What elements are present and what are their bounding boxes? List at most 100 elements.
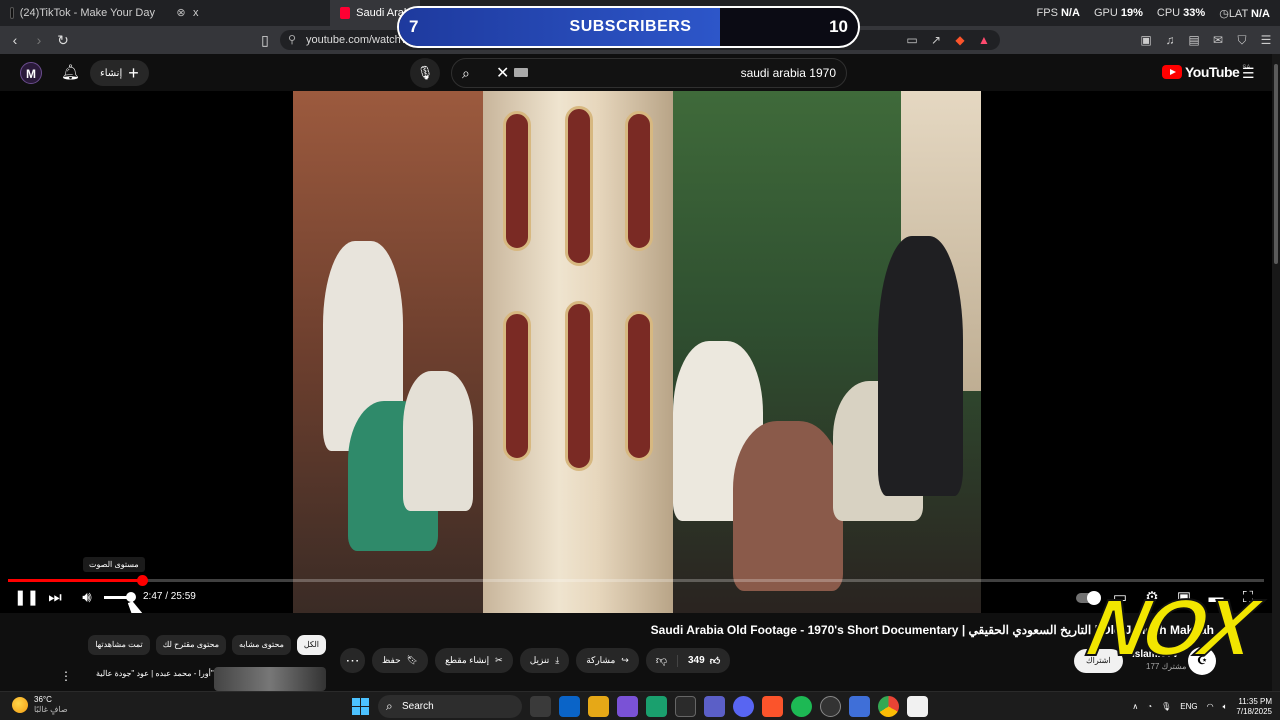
subscriber-label: SUBSCRIBERS	[569, 18, 692, 35]
windows-taskbar: 36°C صافٍ غالبًا Search ∧ ◔ 🎙︎ EN	[0, 691, 1280, 720]
video-figure	[403, 371, 473, 511]
wallet-icon[interactable]: ▤	[1186, 33, 1202, 47]
pause-icon[interactable]: ❚❚	[14, 588, 39, 608]
chip-recommended[interactable]: محتوى مقترح لك	[155, 635, 226, 655]
notepad-icon[interactable]	[907, 696, 928, 717]
back-icon[interactable]: ‹	[3, 26, 27, 54]
video-figure	[878, 236, 963, 496]
notifications-bell-icon[interactable]: 🔔︎	[61, 63, 80, 81]
obs-icon[interactable]	[820, 696, 841, 717]
search-box[interactable]: ⌕ ✕ saudi arabia 1970	[451, 58, 847, 88]
tray-chevron-icon[interactable]: ∧	[1132, 702, 1138, 711]
progress-bar[interactable]	[8, 575, 1264, 586]
x-icon: ⊗	[176, 7, 186, 19]
forward-icon[interactable]: ›	[27, 26, 51, 54]
bookmark-icon[interactable]: ▯	[253, 26, 277, 54]
discord-icon[interactable]	[733, 696, 754, 717]
like-count: 349	[688, 655, 705, 666]
cast-icon[interactable]: ▭	[904, 33, 920, 47]
tab-label: (24)TikTok - Make Your Day	[19, 7, 155, 19]
video-player[interactable]: مستوى الصوت ❚❚ ⏭︎ 🔊︎ 2:47 / 25:59 ▭ ⚙︎ ▣…	[0, 91, 1272, 617]
task-view-icon[interactable]	[530, 696, 551, 717]
chip-all[interactable]: الكل	[296, 635, 326, 655]
like-icon: 👍︎	[709, 655, 721, 667]
youtube-logo[interactable]: YouTube SA	[1162, 64, 1250, 80]
copilot-icon[interactable]	[617, 696, 638, 717]
system-tray: ∧ ◔ 🎙︎ ENG ◠ 🔈︎ 11:35 PM 7/18/2025	[1132, 692, 1272, 720]
chip-similar[interactable]: محتوى مشابه	[232, 635, 291, 655]
music-icon[interactable]: ♫	[1162, 33, 1178, 47]
chip-watched[interactable]: تمت مشاهدتها	[88, 635, 150, 655]
speaker-icon[interactable]: 🔈︎	[1223, 702, 1228, 712]
site-info-icon[interactable]: ⚲	[288, 30, 296, 50]
clip-button[interactable]: إنشاء مقطع ✂	[435, 648, 513, 673]
teams-icon[interactable]	[704, 696, 725, 717]
lat-stat: ◷LAT N/A	[1219, 7, 1270, 20]
app-icon[interactable]	[849, 696, 870, 717]
taskbar-search[interactable]: Search	[378, 695, 522, 718]
weather-widget[interactable]: 36°C صافٍ غالبًا	[12, 695, 68, 715]
time-display: 2:47 / 25:59	[143, 591, 196, 602]
share-button[interactable]: مشاركة ↪	[576, 648, 639, 673]
wifi-icon[interactable]: ◠	[1207, 702, 1214, 711]
progress-played	[8, 579, 143, 582]
search-icon[interactable]: ⌕	[462, 65, 470, 82]
create-button[interactable]: إنشاء +	[90, 60, 149, 86]
video-frame[interactable]	[293, 91, 981, 613]
windows-start-icon[interactable]	[352, 698, 369, 715]
vpn-icon[interactable]: ⛉	[1234, 33, 1250, 48]
video-scene-column	[483, 91, 673, 613]
account-avatar[interactable]: M	[20, 62, 42, 84]
taskbar-apps	[530, 696, 928, 717]
tiktok-icon	[10, 7, 14, 19]
share-arrow-icon: ↪	[621, 655, 629, 665]
scrubber-handle[interactable]	[137, 575, 149, 586]
filter-chips: الكل محتوى مشابه محتوى مقترح لك تمت مشاه…	[88, 635, 326, 655]
keyboard-icon[interactable]	[514, 68, 528, 77]
clear-search-icon[interactable]: ✕	[496, 63, 509, 83]
weather-condition: صافٍ غالبًا	[34, 705, 68, 714]
edge-icon[interactable]	[646, 696, 667, 717]
menu-icon[interactable]: ☰	[1258, 33, 1274, 47]
tab-tiktok[interactable]: (24)TikTok - Make Your Day	[0, 0, 165, 26]
store-icon[interactable]	[675, 696, 696, 717]
outlook-icon[interactable]	[559, 696, 580, 717]
tray-app-icon[interactable]: ◔	[1147, 702, 1152, 711]
like-dislike-group: 👎︎ 349 👍︎	[645, 648, 731, 673]
save-button[interactable]: حفظ 🔖︎	[372, 648, 429, 673]
temperature: 36°C	[34, 695, 52, 704]
next-video-icon[interactable]: ⏭︎	[45, 588, 65, 608]
recommendation-menu-icon[interactable]: ⋮	[60, 669, 72, 683]
scrollbar-thumb[interactable]	[1274, 64, 1278, 264]
extension-icon[interactable]: ✉	[1210, 33, 1226, 47]
taskbar-clock[interactable]: 11:35 PM 7/18/2025	[1236, 697, 1272, 717]
sidebar-icon[interactable]: ▣	[1138, 33, 1154, 47]
screen: (24)TikTok - Make Your Day ⊗ x Saudi Ara…	[0, 0, 1280, 720]
tab-x[interactable]: ⊗ x	[165, 0, 330, 26]
nox-watermark-logo: NOX	[1080, 582, 1262, 673]
youtube-wordmark: YouTube	[1185, 64, 1240, 80]
language-indicator[interactable]: ENG	[1180, 702, 1197, 711]
spotify-icon[interactable]	[791, 696, 812, 717]
rewards-icon[interactable]: ▲	[976, 33, 992, 47]
download-button[interactable]: تنزيل ⤓	[519, 648, 570, 673]
search-input[interactable]: saudi arabia 1970	[741, 66, 836, 80]
dislike-icon[interactable]: 👎︎	[646, 654, 677, 667]
volume-icon[interactable]: 🔊︎	[77, 588, 97, 608]
recommendation-title[interactable]: أورا - محمد عبده | عود "جودة عالية"	[96, 669, 214, 678]
like-button[interactable]: 349 👍︎	[677, 654, 730, 667]
performance-stats: FPS N/A GPU 19% CPU 33% ◷LAT N/A	[1037, 0, 1270, 26]
bookmark-save-icon: 🔖︎	[406, 655, 419, 665]
reload-icon[interactable]: ↻	[51, 26, 75, 54]
more-actions-icon[interactable]: ⋯	[340, 648, 365, 673]
voice-search-mic-icon[interactable]: 🎙︎	[410, 58, 440, 88]
recommendation-thumbnail[interactable]	[214, 667, 326, 691]
chrome-icon[interactable]	[878, 696, 899, 717]
brave-shield-icon[interactable]: ◆	[952, 33, 968, 47]
guide-menu-icon[interactable]: ☰	[1242, 65, 1256, 82]
file-explorer-icon[interactable]	[588, 696, 609, 717]
mic-tray-icon[interactable]: 🎙︎	[1161, 702, 1171, 711]
page-scrollbar[interactable]	[1272, 54, 1280, 691]
brave-browser-icon[interactable]	[762, 696, 783, 717]
share-icon[interactable]: ↗	[928, 33, 944, 47]
